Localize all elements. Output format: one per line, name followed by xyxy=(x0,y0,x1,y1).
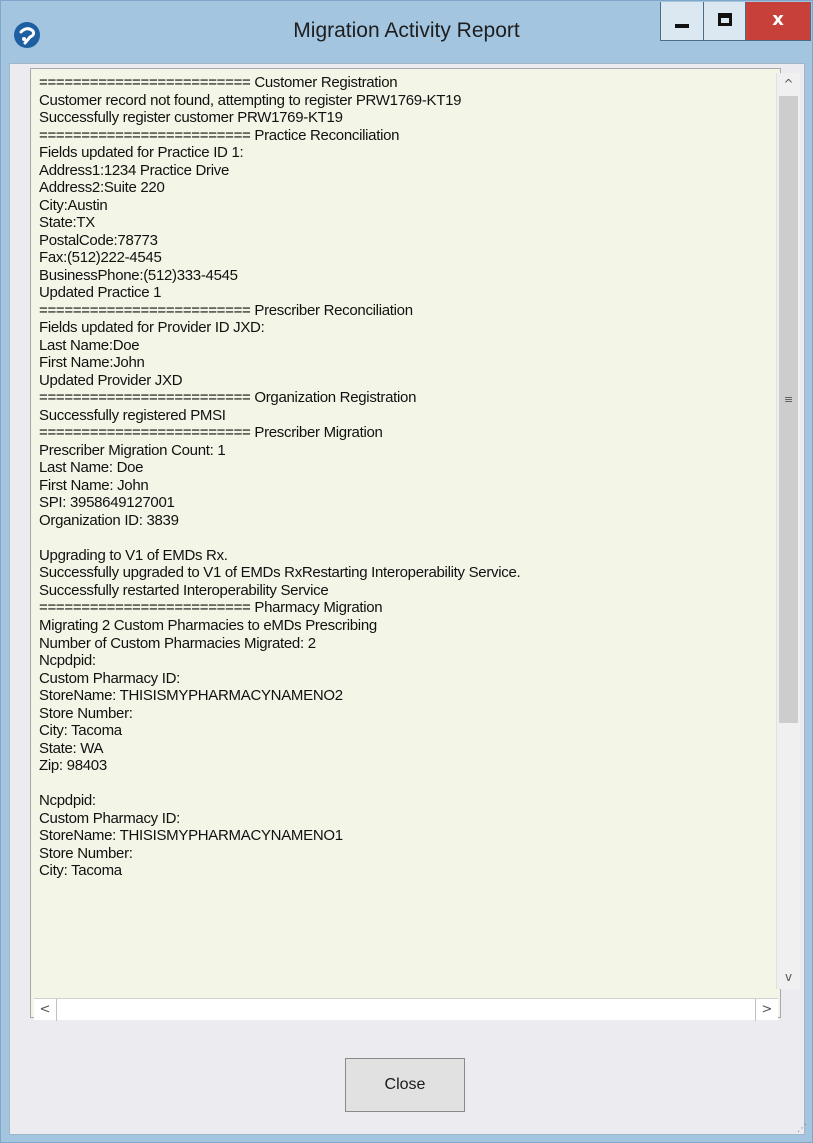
log-line: Store Number: xyxy=(39,704,133,722)
close-window-button[interactable]: x xyxy=(745,2,810,40)
close-icon: x xyxy=(772,9,784,30)
log-line: Address2:Suite 220 xyxy=(39,179,165,197)
log-line: Ncpdpid: xyxy=(39,652,96,670)
resize-grip-icon[interactable]: ⋰ xyxy=(796,1124,808,1138)
log-line: First Name: John xyxy=(39,476,149,494)
log-line: Address1:1234 Practice Drive xyxy=(39,161,230,179)
log-line: Successfully restarted Interoperability … xyxy=(39,581,329,599)
close-button[interactable]: Close xyxy=(345,1058,465,1112)
log-line: First Name:John xyxy=(39,354,145,372)
scroll-right-icon[interactable]: > xyxy=(755,999,778,1021)
log-line: StoreName: THISISMYPHARMACYNAMENO1 xyxy=(39,827,343,845)
log-line: Fax:(512)222-4545 xyxy=(39,249,162,267)
log-line: Successfully register customer PRW1769-K… xyxy=(39,109,343,127)
horizontal-scroll-track[interactable] xyxy=(57,999,755,1020)
log-line: ========================= Practice Recon… xyxy=(39,126,400,144)
log-line: Zip: 98403 xyxy=(39,757,107,775)
log-line: Ncpdpid: xyxy=(39,792,96,810)
log-line: Migrating 2 Custom Pharmacies to eMDs Pr… xyxy=(39,616,377,634)
minimize-icon xyxy=(675,24,689,28)
maximize-button[interactable] xyxy=(703,2,745,40)
log-line: City: Tacoma xyxy=(39,862,122,880)
caption-buttons: x xyxy=(660,2,811,41)
log-line: Upgrading to V1 of EMDs Rx. xyxy=(39,546,228,564)
scroll-up-icon[interactable]: ^ xyxy=(777,73,800,96)
vertical-scroll-thumb[interactable]: ≡ xyxy=(779,96,798,723)
log-line: ========================= Prescriber Rec… xyxy=(39,301,413,319)
log-line: State: WA xyxy=(39,739,104,757)
log-line: ========================= Customer Regis… xyxy=(39,74,398,91)
log-line: Successfully upgraded to V1 of EMDs RxRe… xyxy=(39,564,521,582)
activity-log-textbox[interactable]: ========================= Customer Regis… xyxy=(30,68,781,1018)
log-line: Customer record not found, attempting to… xyxy=(39,91,462,109)
log-line: PostalCode:78773 xyxy=(39,231,158,249)
migration-report-window: Migration Activity Report x ============… xyxy=(0,0,813,1143)
log-line: Last Name:Doe xyxy=(39,336,140,354)
log-line: Updated Provider JXD xyxy=(39,371,183,389)
log-line: State:TX xyxy=(39,214,95,232)
title-bar[interactable]: Migration Activity Report x xyxy=(1,1,812,63)
log-line: SPI: 3958649127001 xyxy=(39,494,175,512)
log-line: Number of Custom Pharmacies Migrated: 2 xyxy=(39,634,316,652)
log-line: StoreName: THISISMYPHARMACYNAMENO2 xyxy=(39,687,343,705)
log-line: Store Number: xyxy=(39,844,133,862)
log-line: Updated Practice 1 xyxy=(39,284,162,302)
minimize-button[interactable] xyxy=(661,2,703,40)
log-line: ========================= Prescriber Mig… xyxy=(39,424,383,442)
log-line: Organization ID: 3839 xyxy=(39,511,179,529)
vertical-scrollbar[interactable]: ^ ≡ v xyxy=(776,73,800,989)
log-line: Custom Pharmacy ID: xyxy=(39,669,181,687)
maximize-icon xyxy=(718,13,732,26)
horizontal-scrollbar[interactable]: < > xyxy=(34,998,778,1021)
log-line: Successfully registered PMSI xyxy=(39,406,226,424)
log-line: Prescriber Migration Count: 1 xyxy=(39,441,226,459)
log-line: ========================= Pharmacy Migra… xyxy=(39,599,383,617)
log-line: City:Austin xyxy=(39,196,108,214)
log-line: Custom Pharmacy ID: xyxy=(39,809,181,827)
log-line: Last Name: Doe xyxy=(39,459,144,477)
activity-log-content: ========================= Customer Regis… xyxy=(39,74,764,880)
scroll-grip-icon: ≡ xyxy=(784,393,794,406)
log-line: Fields updated for Provider ID JXD: xyxy=(39,319,265,337)
log-line: BusinessPhone:(512)333-4545 xyxy=(39,266,238,284)
scroll-down-icon[interactable]: v xyxy=(777,966,800,989)
log-line: Fields updated for Practice ID 1: xyxy=(39,144,244,162)
log-line: ========================= Organization R… xyxy=(39,389,417,407)
scroll-left-icon[interactable]: < xyxy=(34,999,57,1021)
log-line: City: Tacoma xyxy=(39,722,122,740)
